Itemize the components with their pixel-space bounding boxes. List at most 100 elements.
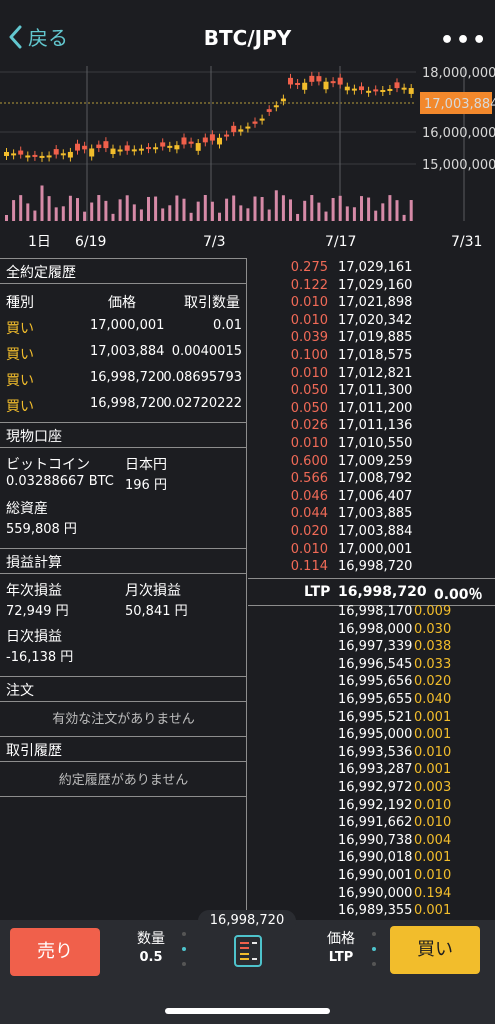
bid-row[interactable]: 16,990,018 0.001 xyxy=(248,850,495,868)
candle-body xyxy=(351,88,357,91)
ask-row[interactable]: 0.275 17,029,161 xyxy=(248,260,495,278)
bid-row[interactable]: 16,995,655 0.040 xyxy=(248,692,495,710)
quantity-value[interactable]: 0.5 xyxy=(128,950,174,965)
candle-body xyxy=(138,148,144,151)
bid-row[interactable]: 16,992,192 0.010 xyxy=(248,798,495,816)
ask-row[interactable]: 0.010 17,000,001 xyxy=(248,542,495,560)
bid-row[interactable]: 16,996,545 0.033 xyxy=(248,657,495,675)
bid-row[interactable]: 16,995,521 0.001 xyxy=(248,710,495,728)
volume-bar xyxy=(253,196,257,221)
volume-bars xyxy=(5,185,413,221)
volume-bar xyxy=(409,200,413,221)
volume-bar xyxy=(196,201,200,221)
volume-bar xyxy=(26,203,30,221)
ask-row[interactable]: 0.046 17,006,407 xyxy=(248,489,495,507)
price-type-value[interactable]: LTP xyxy=(318,950,364,965)
volume-bar xyxy=(139,209,143,221)
sell-button[interactable]: 売り xyxy=(10,928,100,976)
bid-row[interactable]: 16,995,656 0.020 xyxy=(248,674,495,692)
ask-row[interactable]: 0.010 17,012,821 xyxy=(248,366,495,384)
ask-price: 16,998,720 xyxy=(338,559,413,575)
account-panel: 全約定履歴 種別 価格 取引数量 買い 17,000,001 0.01 買い 1… xyxy=(0,258,247,918)
buy-button[interactable]: 買い xyxy=(390,926,480,974)
ask-row[interactable]: 0.122 17,029,160 xyxy=(248,278,495,296)
ask-row[interactable]: 0.100 17,018,575 xyxy=(248,348,495,366)
bid-row[interactable]: 16,990,000 0.194 xyxy=(248,886,495,904)
candle-body xyxy=(67,151,73,158)
bid-qty: 0.001 xyxy=(414,709,452,725)
ask-row[interactable]: 0.010 17,020,342 xyxy=(248,313,495,331)
ask-qty: 0.046 xyxy=(290,488,328,504)
bid-qty: 0.010 xyxy=(414,744,452,760)
trade-qty: 0.02720222 xyxy=(163,396,242,411)
candle-body xyxy=(238,129,244,132)
bid-qty: 0.020 xyxy=(414,674,452,690)
volume-bar xyxy=(218,212,221,221)
bid-row[interactable]: 16,998,170 0.009 xyxy=(248,604,495,622)
total-assets-label: 総資産 xyxy=(6,501,48,517)
volume-bar xyxy=(147,196,150,221)
ask-row[interactable]: 0.026 17,011,136 xyxy=(248,418,495,436)
more-options-icon[interactable]: ••• xyxy=(440,28,488,53)
volume-bar xyxy=(175,195,179,221)
col-qty: 取引数量 xyxy=(184,295,240,311)
ask-row[interactable]: 0.600 17,009,259 xyxy=(248,454,495,472)
volume-bar xyxy=(19,195,23,221)
candle-body xyxy=(359,86,364,91)
quantity-label[interactable]: 数量 xyxy=(128,928,174,948)
bid-row[interactable]: 16,990,001 0.010 xyxy=(248,868,495,886)
bid-row[interactable]: 16,991,662 0.010 xyxy=(248,815,495,833)
ask-qty: 0.010 xyxy=(290,312,328,328)
bid-price: 16,996,545 xyxy=(338,656,413,672)
yearly-pnl-value: 72,949 円 xyxy=(6,604,69,619)
candle-body xyxy=(380,90,386,93)
ask-row[interactable]: 0.039 17,019,885 xyxy=(248,330,495,348)
bid-qty: 0.001 xyxy=(414,762,452,778)
candle-body xyxy=(96,144,102,149)
volume-bar xyxy=(83,211,87,221)
stepper-dot xyxy=(182,932,186,936)
candle-body xyxy=(266,109,272,112)
price-chart[interactable]: 18,000,000 16,000,000 15,000,000 17,003,… xyxy=(0,66,495,256)
bid-row[interactable]: 16,990,738 0.004 xyxy=(248,833,495,851)
bid-row[interactable]: 16,995,000 0.001 xyxy=(248,727,495,745)
volume-bar xyxy=(68,195,72,221)
ask-row[interactable]: 0.566 17,008,792 xyxy=(248,471,495,489)
ask-row[interactable]: 0.044 17,003,885 xyxy=(248,506,495,524)
ask-row[interactable]: 0.020 17,003,884 xyxy=(248,524,495,542)
page-title: BTC/JPY xyxy=(203,26,292,50)
bid-price: 16,995,000 xyxy=(338,727,413,743)
price-type-label[interactable]: 価格 xyxy=(318,928,364,948)
candle-body xyxy=(224,134,230,137)
ask-row[interactable]: 0.050 17,011,300 xyxy=(248,383,495,401)
volume-bar xyxy=(367,197,371,221)
ask-row[interactable]: 0.010 17,010,550 xyxy=(248,436,495,454)
trade-qty: 0.08695793 xyxy=(163,370,242,385)
volume-bar xyxy=(338,195,342,221)
bid-price: 16,993,287 xyxy=(338,762,413,778)
ask-row[interactable]: 0.114 16,998,720 xyxy=(248,559,495,577)
candlesticks xyxy=(4,71,414,162)
candle-body xyxy=(295,82,301,85)
monthly-pnl-label: 月次損益 xyxy=(125,583,181,599)
bid-row[interactable]: 16,992,972 0.003 xyxy=(248,780,495,798)
ask-row[interactable]: 0.050 17,011,200 xyxy=(248,401,495,419)
candle-body xyxy=(330,81,336,84)
bid-row[interactable]: 16,997,339 0.038 xyxy=(248,639,495,657)
bid-row[interactable]: 16,993,287 0.001 xyxy=(248,762,495,780)
volume-bar xyxy=(104,200,108,221)
order-book-icon[interactable] xyxy=(233,934,263,968)
bid-row[interactable]: 16,998,000 0.030 xyxy=(248,622,495,640)
ask-row[interactable]: 0.010 17,021,898 xyxy=(248,295,495,313)
order-book[interactable]: 0.275 17,029,161 0.122 17,029,160 0.010 17,02… xyxy=(248,258,495,918)
candle-body xyxy=(394,82,400,89)
bid-row[interactable]: 16,993,536 0.010 xyxy=(248,745,495,763)
volume-bar xyxy=(281,195,285,221)
ask-price: 17,011,300 xyxy=(338,383,413,399)
bid-price: 16,990,000 xyxy=(338,885,413,901)
volume-bar xyxy=(324,211,328,221)
ask-qty: 0.100 xyxy=(290,348,328,363)
candle-body xyxy=(181,137,187,145)
volume-bar xyxy=(161,208,165,221)
candle-body xyxy=(366,90,372,93)
